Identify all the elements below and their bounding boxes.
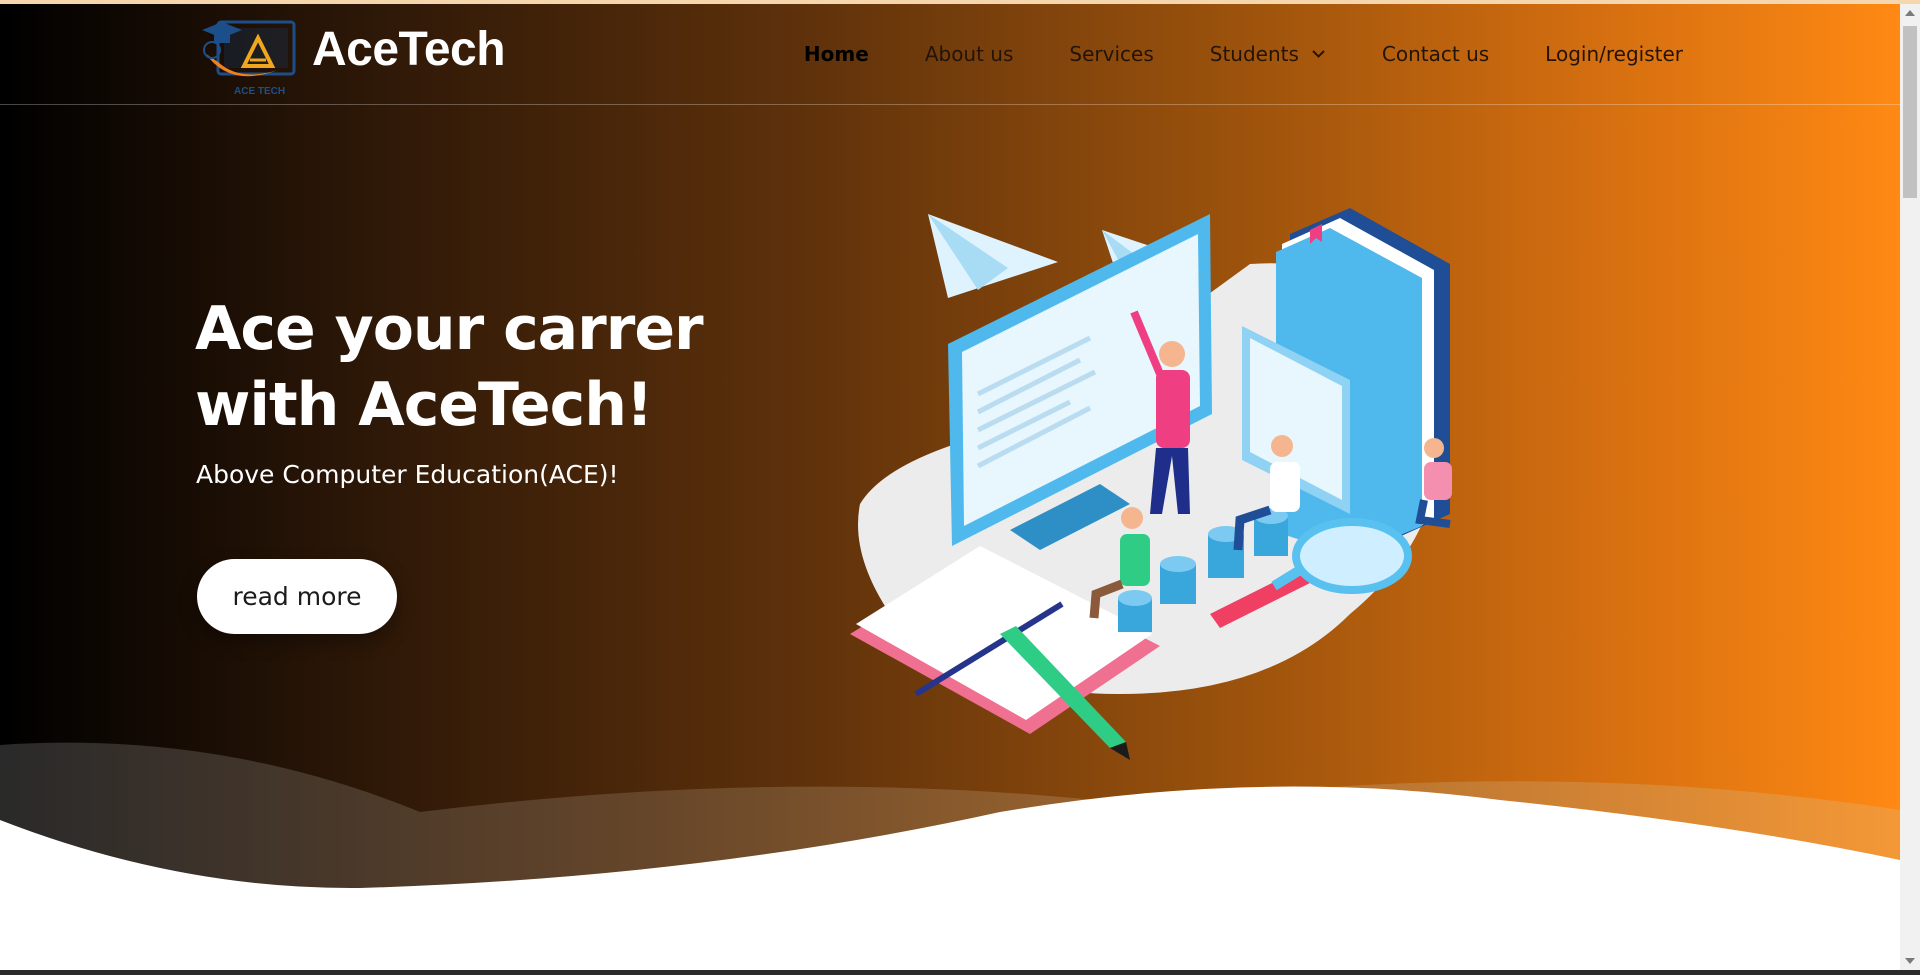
hero-subtitle: Above Computer Education(ACE)! <box>196 460 619 489</box>
nav-home[interactable]: Home <box>804 42 869 66</box>
students-learning-illustration <box>850 208 1452 760</box>
scrollbar-thumb[interactable] <box>1903 26 1917 198</box>
window-bottom-edge <box>0 970 1920 975</box>
hero-wave-decoration <box>0 742 1900 970</box>
chevron-down-icon <box>1312 50 1325 58</box>
page-scrollbar[interactable] <box>1900 4 1920 970</box>
brand-name[interactable]: AceTech <box>312 22 506 77</box>
nav-students-dropdown[interactable]: Students <box>1210 42 1326 66</box>
nav-services[interactable]: Services <box>1069 42 1153 66</box>
hero-title: Ace your carrer with AceTech! <box>195 294 704 440</box>
scroll-down-icon[interactable] <box>1905 958 1915 964</box>
hero-section: ACE TECH AceTech Home About us Services … <box>0 4 1900 970</box>
nav-login-register[interactable]: Login/register <box>1545 42 1683 66</box>
navbar: ACE TECH AceTech Home About us Services … <box>0 4 1900 105</box>
main-nav: Home About us Services Students Contact … <box>804 42 1683 66</box>
read-more-button[interactable]: read more <box>197 559 397 634</box>
logo-caption: ACE TECH <box>234 86 285 97</box>
nav-students-label: Students <box>1209 42 1299 66</box>
nav-about-us[interactable]: About us <box>925 42 1014 66</box>
scroll-up-icon[interactable] <box>1905 10 1915 16</box>
acetech-logo[interactable]: ACE TECH <box>200 16 300 100</box>
nav-contact-us[interactable]: Contact us <box>1382 42 1489 66</box>
